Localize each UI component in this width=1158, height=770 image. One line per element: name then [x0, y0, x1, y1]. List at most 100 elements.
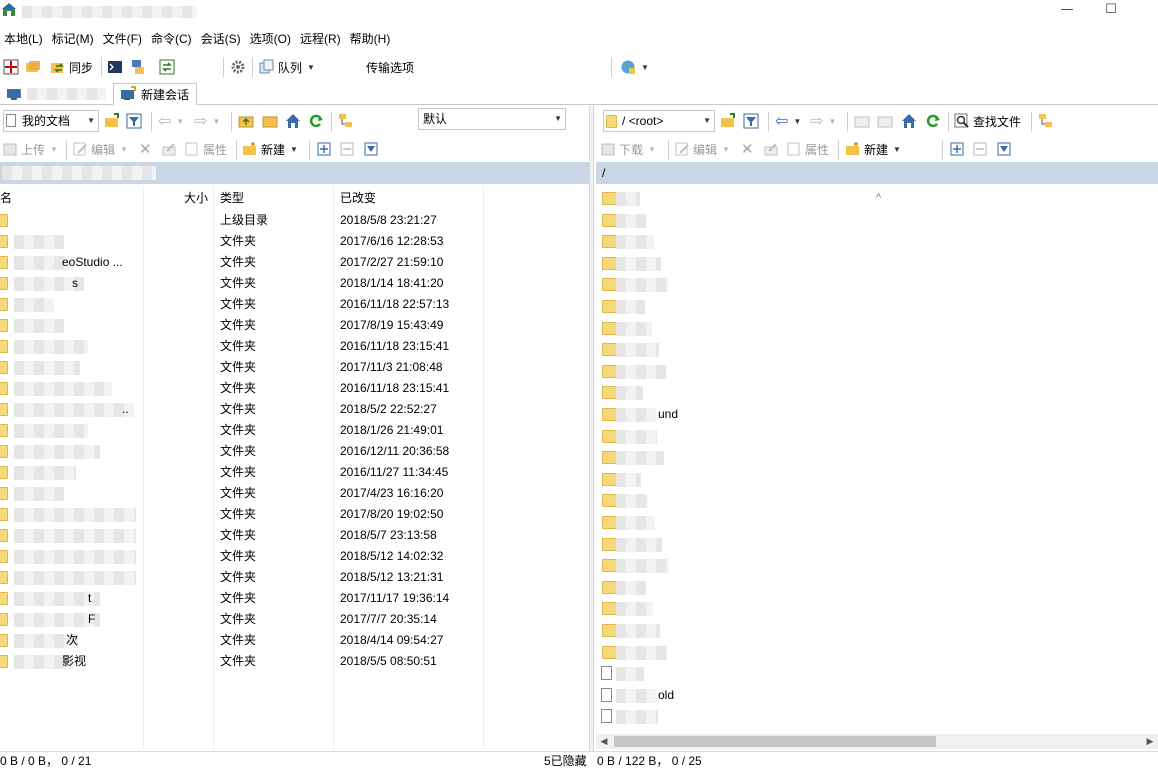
right-filter-select-button[interactable] — [996, 138, 1012, 160]
right-back-button[interactable]: ⇦ ▼ — [775, 110, 801, 132]
menu-mark[interactable]: 标记(M) — [48, 29, 99, 49]
menu-help[interactable]: 帮助(H) — [346, 29, 396, 49]
left-properties-button[interactable]: 属性 — [184, 138, 227, 160]
right-open-dir-button[interactable] — [720, 110, 736, 132]
list-item[interactable] — [596, 188, 1136, 209]
table-row[interactable]: 文件夹 2018/5/12 14:02:32 — [0, 546, 589, 567]
left-back-button[interactable]: ⇦ ▼ — [158, 110, 184, 132]
right-new-button[interactable]: 新建 ▼ — [845, 138, 901, 160]
menu-session[interactable]: 会话(S) — [197, 29, 246, 49]
left-new-button[interactable]: 新建 ▼ — [242, 138, 298, 160]
table-row[interactable]: 文件夹 2017/8/20 19:02:50 — [0, 504, 589, 525]
table-row[interactable]: 文件夹 2017/6/16 12:28:53 — [0, 231, 589, 252]
right-parent-dir-button[interactable] — [854, 110, 870, 132]
tab-current-session[interactable] — [0, 83, 112, 105]
left-edit-button[interactable]: 编辑 ▼ — [72, 138, 128, 160]
table-row[interactable]: 文件夹 2016/11/18 22:57:13 — [0, 294, 589, 315]
list-item[interactable] — [596, 469, 1136, 490]
right-unselect-button[interactable] — [972, 138, 988, 160]
table-row[interactable]: eoStudio ... 文件夹 2017/2/27 21:59:10 — [0, 252, 589, 273]
maximize-button[interactable]: ☐ — [1088, 0, 1134, 22]
list-item[interactable] — [596, 361, 1136, 382]
menu-remote[interactable]: 远程(R) — [296, 29, 346, 49]
table-row[interactable]: 文件夹 2017/4/23 16:16:20 — [0, 483, 589, 504]
synchronize-button[interactable]: 同步 — [50, 56, 93, 78]
find-files-button[interactable]: 查找文件 — [954, 110, 1021, 132]
menu-local[interactable]: 本地(L) — [0, 29, 48, 49]
right-filter-button[interactable] — [743, 110, 759, 132]
table-row[interactable]: F 文件夹 2017/7/7 20:35:14 — [0, 609, 589, 630]
left-root-dir-button[interactable] — [262, 110, 278, 132]
menu-options[interactable]: 选项(O) — [246, 29, 296, 49]
table-row[interactable]: .. 文件夹 2018/5/2 22:52:27 — [0, 399, 589, 420]
list-item[interactable] — [596, 642, 1136, 663]
table-row[interactable]: s 文件夹 2018/1/14 18:41:20 — [0, 273, 589, 294]
compare-dirs-button[interactable] — [3, 56, 19, 78]
table-row[interactable]: 文件夹 2017/8/19 15:43:49 — [0, 315, 589, 336]
right-properties-button[interactable]: 属性 — [786, 138, 829, 160]
putty-button[interactable] — [130, 56, 146, 78]
table-row[interactable]: 文件夹 2016/11/18 23:15:41 — [0, 378, 589, 399]
table-row[interactable]: 文件夹 2016/11/27 11:34:45 — [0, 462, 589, 483]
table-row[interactable]: t 文件夹 2017/11/17 19:36:14 — [0, 588, 589, 609]
table-row[interactable]: 上级目录 2018/5/8 23:21:27 — [0, 210, 589, 231]
list-item[interactable] — [596, 274, 1136, 295]
list-item[interactable] — [596, 706, 1136, 727]
right-tree-button[interactable] — [1038, 110, 1054, 132]
left-location-select[interactable]: 我的文档 ▼ — [3, 110, 99, 132]
preferences-button[interactable] — [230, 56, 246, 78]
list-item[interactable] — [596, 210, 1136, 231]
list-item[interactable] — [596, 534, 1136, 555]
left-home-button[interactable] — [285, 110, 301, 132]
list-item[interactable] — [596, 339, 1136, 360]
list-item[interactable] — [596, 490, 1136, 511]
table-row[interactable]: 次 文件夹 2018/4/14 09:54:27 — [0, 630, 589, 651]
left-filter-select-button[interactable] — [363, 138, 379, 160]
list-item[interactable] — [596, 296, 1136, 317]
table-row[interactable]: 文件夹 2016/12/11 20:36:58 — [0, 441, 589, 462]
table-row[interactable]: 文件夹 2017/11/3 21:08:48 — [0, 357, 589, 378]
right-refresh-button[interactable] — [925, 110, 941, 132]
column-header-size[interactable]: 大小 — [184, 186, 208, 210]
list-item[interactable] — [596, 512, 1136, 533]
right-select-button[interactable] — [949, 138, 965, 160]
list-item[interactable] — [596, 620, 1136, 641]
list-item[interactable]: old — [596, 685, 1136, 706]
left-unselect-button[interactable] — [339, 138, 355, 160]
left-file-list[interactable]: 名 大小 类型 已改变 上级目录 2018/5/8 23:21:27 文件夹 2017… — [0, 186, 589, 748]
minimize-button[interactable]: — — [1044, 0, 1090, 22]
menu-commands[interactable]: 命令(C) — [147, 29, 197, 49]
refresh-session-button[interactable] — [159, 56, 175, 78]
list-item[interactable] — [596, 598, 1136, 619]
right-file-list[interactable]: ^ und old — [596, 186, 1158, 748]
download-button[interactable]: 下载 ▼ — [600, 138, 656, 160]
list-item[interactable] — [596, 318, 1136, 339]
sync-browse-button[interactable] — [25, 56, 41, 78]
list-item[interactable] — [596, 577, 1136, 598]
list-item[interactable] — [596, 382, 1136, 403]
list-item[interactable] — [596, 231, 1136, 252]
list-item[interactable] — [596, 426, 1136, 447]
panel-splitter[interactable] — [589, 106, 594, 751]
column-header-name[interactable]: 名 — [0, 186, 12, 210]
right-delete-button[interactable]: ✕ — [741, 138, 754, 160]
scrollbar-thumb[interactable] — [614, 736, 936, 747]
list-item[interactable] — [596, 253, 1136, 274]
left-open-dir-button[interactable] — [104, 110, 120, 132]
left-filter-button[interactable] — [126, 110, 142, 132]
left-forward-button[interactable]: ⇨ ▼ — [194, 110, 220, 132]
right-home-button[interactable] — [901, 110, 917, 132]
upload-button[interactable]: 上传 ▼ — [2, 138, 58, 160]
left-select-button[interactable] — [316, 138, 332, 160]
scroll-right-icon[interactable]: ▶ — [1142, 734, 1158, 749]
table-row[interactable]: 文件夹 2018/1/26 21:49:01 — [0, 420, 589, 441]
list-item[interactable] — [596, 555, 1136, 576]
left-rename-button[interactable] — [161, 138, 177, 160]
right-forward-button[interactable]: ⇨ ▼ — [810, 110, 836, 132]
left-delete-button[interactable]: ✕ — [139, 138, 152, 160]
right-location-select[interactable]: / <root> ▼ — [603, 110, 715, 132]
list-item[interactable]: und — [596, 404, 1136, 425]
list-item[interactable] — [596, 663, 1136, 684]
console-button[interactable] — [107, 56, 123, 78]
queue-button[interactable]: 队列 ▼ — [259, 56, 315, 78]
